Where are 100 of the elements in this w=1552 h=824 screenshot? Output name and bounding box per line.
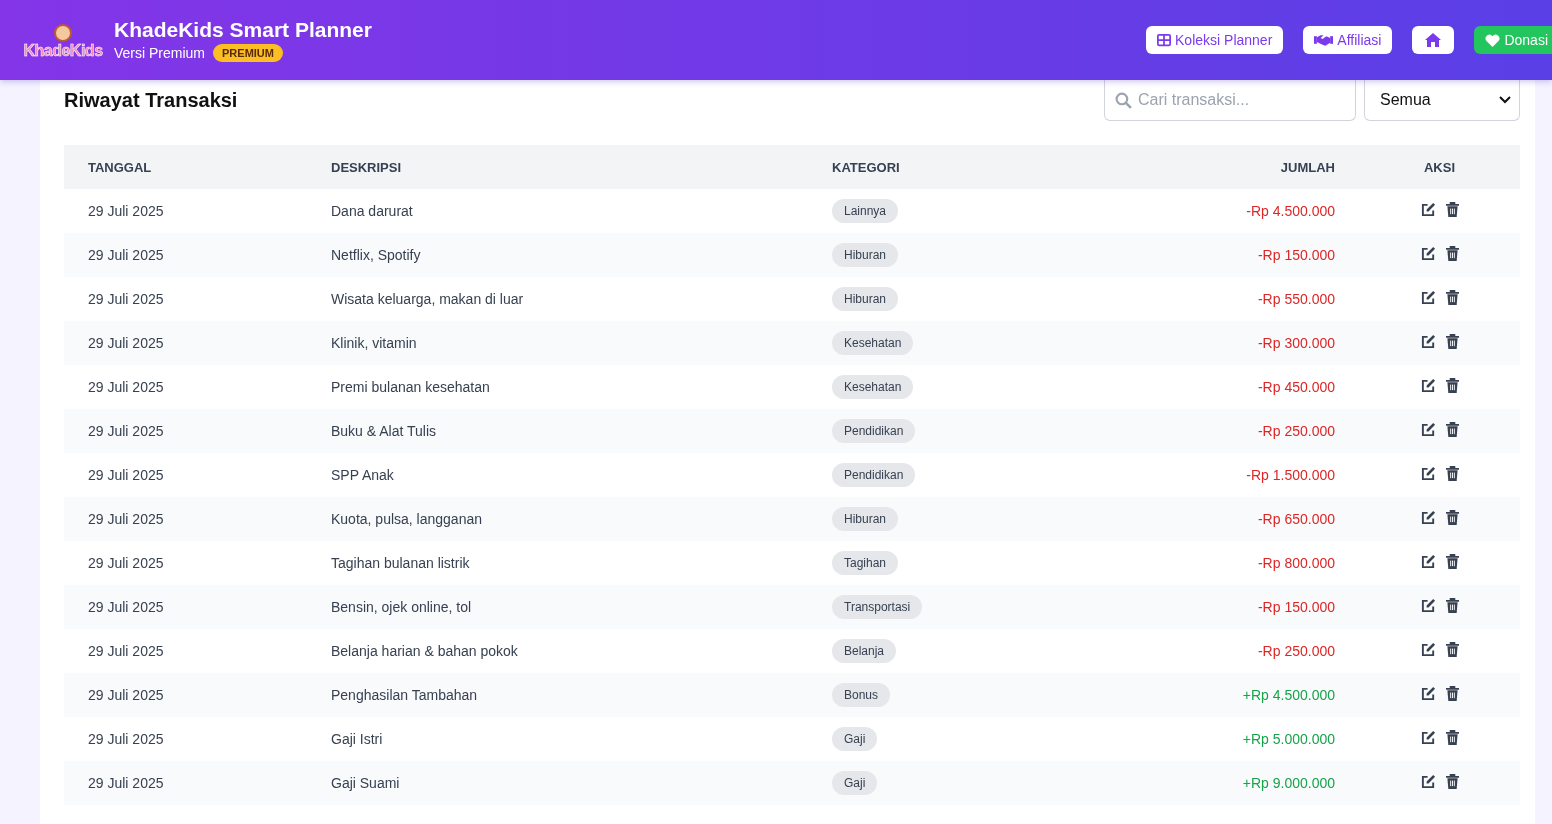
amount-cell: -Rp 1.500.000 — [1160, 453, 1359, 497]
edit-button[interactable] — [1420, 598, 1436, 613]
delete-button[interactable] — [1445, 554, 1459, 569]
category-tag: Hiburan — [832, 243, 899, 267]
edit-button[interactable] — [1420, 554, 1436, 569]
delete-button[interactable] — [1445, 510, 1459, 525]
category-tag: Kesehatan — [832, 375, 914, 399]
trash-icon — [1445, 290, 1459, 305]
delete-button[interactable] — [1445, 202, 1459, 217]
description-cell: Klinik, vitamin — [307, 321, 808, 365]
home-button[interactable] — [1412, 26, 1455, 54]
search-icon — [1115, 92, 1132, 109]
delete-button[interactable] — [1445, 598, 1459, 613]
premium-badge: PREMIUM — [213, 44, 283, 62]
section-title: Riwayat Transaksi — [64, 89, 238, 112]
delete-button[interactable] — [1445, 422, 1459, 437]
delete-button[interactable] — [1445, 378, 1459, 393]
date-cell: 29 Juli 2025 — [64, 321, 307, 365]
delete-button[interactable] — [1445, 290, 1459, 305]
category-tag: Pendidikan — [832, 463, 916, 487]
app-subtitle: Versi Premium — [114, 45, 206, 61]
amount-cell: +Rp 4.500.000 — [1160, 673, 1359, 717]
category-tag: Bonus — [832, 683, 891, 707]
edit-icon — [1420, 466, 1436, 481]
delete-button[interactable] — [1445, 642, 1459, 657]
date-cell: 29 Juli 2025 — [64, 497, 307, 541]
edit-button[interactable] — [1420, 686, 1436, 701]
description-cell: Netflix, Spotify — [307, 233, 808, 277]
edit-button[interactable] — [1420, 774, 1436, 789]
category-tag: Pendidikan — [832, 419, 916, 443]
description-cell: Bensin, ojek online, tol — [307, 585, 808, 629]
description-cell: Buku & Alat Tulis — [307, 409, 808, 453]
edit-button[interactable] — [1420, 510, 1436, 525]
edit-button[interactable] — [1420, 642, 1436, 657]
date-cell: 29 Juli 2025 — [64, 233, 307, 277]
description-cell: Premi bulanan kesehatan — [307, 365, 808, 409]
app-title: KhadeKids Smart Planner — [114, 18, 372, 42]
trash-icon — [1445, 554, 1459, 569]
edit-button[interactable] — [1420, 334, 1436, 349]
amount-cell: +Rp 9.000.000 — [1160, 761, 1359, 805]
amount-cell: -Rp 250.000 — [1160, 629, 1359, 673]
grid-icon — [1157, 33, 1172, 47]
date-cell: 29 Juli 2025 — [64, 673, 307, 717]
description-cell: Kuota, pulsa, langganan — [307, 497, 808, 541]
date-cell: 29 Juli 2025 — [64, 189, 307, 233]
trash-icon — [1445, 510, 1459, 525]
delete-button[interactable] — [1445, 686, 1459, 701]
delete-button[interactable] — [1445, 246, 1459, 261]
search-field[interactable]: Cari transaksi... — [1104, 80, 1356, 121]
description-cell: Wisata keluarga, makan di luar — [307, 277, 808, 321]
column-header: KATEGORI — [808, 145, 1160, 189]
category-tag: Transportasi — [832, 595, 923, 619]
date-cell: 29 Juli 2025 — [64, 761, 307, 805]
amount-cell: -Rp 4.500.000 — [1160, 189, 1359, 233]
amount-cell: -Rp 800.000 — [1160, 541, 1359, 585]
description-cell: Penghasilan Tambahan — [307, 673, 808, 717]
date-cell: 29 Juli 2025 — [64, 365, 307, 409]
trash-icon — [1445, 246, 1459, 261]
description-cell: SPP Anak — [307, 453, 808, 497]
delete-button[interactable] — [1445, 730, 1459, 745]
trash-icon — [1445, 378, 1459, 393]
grid-button[interactable]: Koleksi Planner — [1146, 26, 1284, 54]
description-cell: Gaji Istri — [307, 717, 808, 761]
filter-dropdown[interactable]: Semua — [1364, 80, 1520, 121]
edit-icon — [1420, 378, 1436, 393]
edit-button[interactable] — [1420, 202, 1436, 217]
amount-cell: -Rp 450.000 — [1160, 365, 1359, 409]
column-header: DESKRIPSI — [307, 145, 808, 189]
category-tag: Tagihan — [832, 551, 899, 575]
edit-button[interactable] — [1420, 730, 1436, 745]
delete-button[interactable] — [1445, 774, 1459, 789]
logo: KhadeKids — [25, 20, 101, 60]
amount-cell: +Rp 5.000.000 — [1160, 717, 1359, 761]
trash-icon — [1445, 422, 1459, 437]
trash-icon — [1445, 334, 1459, 349]
category-tag: Gaji — [832, 771, 878, 795]
trash-icon — [1445, 686, 1459, 701]
edit-button[interactable] — [1420, 422, 1436, 437]
edit-icon — [1420, 598, 1436, 613]
handshake-button[interactable]: Affiliasi — [1303, 26, 1393, 54]
amount-cell: -Rp 150.000 — [1160, 233, 1359, 277]
edit-button[interactable] — [1420, 290, 1436, 305]
category-tag: Hiburan — [832, 507, 899, 531]
trash-icon — [1445, 730, 1459, 745]
edit-icon — [1420, 510, 1436, 525]
edit-button[interactable] — [1420, 378, 1436, 393]
amount-cell: -Rp 650.000 — [1160, 497, 1359, 541]
date-cell: 29 Juli 2025 — [64, 453, 307, 497]
chevron-icon — [1499, 96, 1511, 104]
date-cell: 29 Juli 2025 — [64, 717, 307, 761]
delete-button[interactable] — [1445, 334, 1459, 349]
edit-button[interactable] — [1420, 246, 1436, 261]
edit-icon — [1420, 774, 1436, 789]
trash-icon — [1445, 466, 1459, 481]
edit-button[interactable] — [1420, 466, 1436, 481]
date-cell: 29 Juli 2025 — [64, 541, 307, 585]
delete-button[interactable] — [1445, 466, 1459, 481]
date-cell: 29 Juli 2025 — [64, 277, 307, 321]
edit-icon — [1420, 730, 1436, 745]
amount-cell: -Rp 300.000 — [1160, 321, 1359, 365]
